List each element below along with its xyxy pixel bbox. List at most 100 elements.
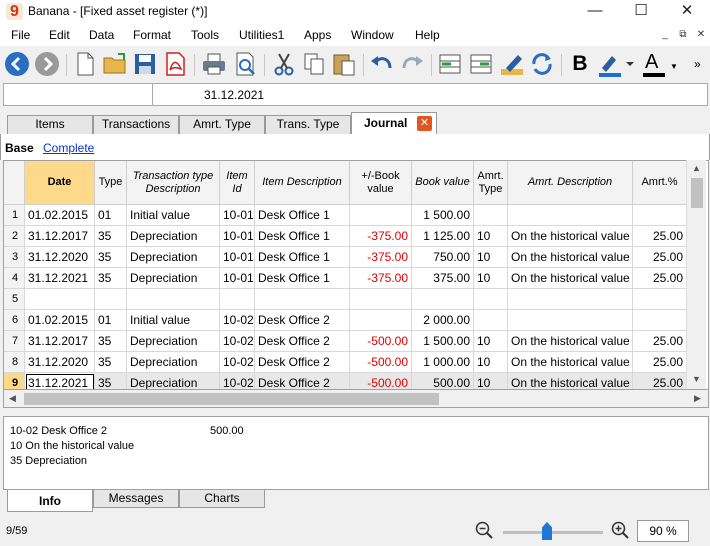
- amrt-percent-cell[interactable]: 25.00: [633, 352, 687, 373]
- vertical-scroll-thumb[interactable]: [691, 178, 703, 208]
- tab-journal[interactable]: Journal ✕: [351, 112, 437, 134]
- trans-type-desc-cell[interactable]: Initial value: [127, 205, 220, 226]
- item-desc-cell[interactable]: Desk Office 2: [255, 310, 350, 331]
- date-cell[interactable]: 31.12.2017: [25, 226, 95, 247]
- more-icon[interactable]: »: [694, 50, 708, 78]
- trans-type-desc-cell[interactable]: Depreciation: [127, 331, 220, 352]
- row-number[interactable]: 3: [4, 247, 25, 268]
- menu-file[interactable]: File: [11, 28, 30, 42]
- header-item-id[interactable]: Item Id: [220, 161, 255, 205]
- item-id-cell[interactable]: 10-01: [220, 205, 255, 226]
- menu-apps[interactable]: Apps: [304, 28, 331, 42]
- date-cell[interactable]: 31.12.2021: [25, 373, 95, 389]
- table-corner[interactable]: [4, 161, 25, 205]
- item-desc-cell[interactable]: Desk Office 1: [255, 205, 350, 226]
- edit-icon[interactable]: [498, 50, 526, 78]
- zoom-value-field[interactable]: 90 %: [637, 520, 689, 542]
- tab-info[interactable]: Info: [7, 490, 93, 512]
- bold-icon[interactable]: B: [566, 50, 594, 78]
- amrt-percent-cell[interactable]: 25.00: [633, 247, 687, 268]
- item-desc-cell[interactable]: Desk Office 1: [255, 226, 350, 247]
- book-value-cell[interactable]: 1 000.00: [412, 352, 474, 373]
- book-value-change-cell[interactable]: -500.00: [350, 373, 412, 389]
- book-value-cell[interactable]: 2 000.00: [412, 310, 474, 331]
- amrt-percent-cell[interactable]: [633, 205, 687, 226]
- header-date[interactable]: Date: [25, 161, 95, 205]
- cell-content-field[interactable]: 31.12.2021: [204, 88, 264, 102]
- amrt-type-cell[interactable]: [474, 310, 508, 331]
- amrt-percent-cell[interactable]: 25.00: [633, 373, 687, 389]
- amrt-desc-cell[interactable]: On the historical value: [508, 373, 633, 389]
- amrt-percent-cell[interactable]: 25.00: [633, 331, 687, 352]
- header-item-desc[interactable]: Item Description: [255, 161, 350, 205]
- amrt-desc-cell[interactable]: [508, 205, 633, 226]
- header-amrt-percent[interactable]: Amrt.%: [633, 161, 687, 205]
- text-color-icon[interactable]: A ▼: [640, 50, 680, 78]
- back-icon[interactable]: [3, 50, 31, 78]
- scroll-down-icon[interactable]: ▼: [692, 374, 701, 384]
- amrt-type-cell[interactable]: 10: [474, 247, 508, 268]
- forward-icon[interactable]: [33, 50, 61, 78]
- view-base[interactable]: Base: [5, 141, 34, 155]
- tab-charts[interactable]: Charts: [179, 490, 265, 508]
- book-value-cell[interactable]: 1 500.00: [412, 331, 474, 352]
- type-cell[interactable]: 01: [95, 205, 127, 226]
- item-desc-cell[interactable]: Desk Office 2: [255, 373, 350, 389]
- mdi-minimize-icon[interactable]: _: [658, 28, 672, 42]
- amrt-percent-cell[interactable]: 25.00: [633, 268, 687, 289]
- item-id-cell[interactable]: 10-02: [220, 310, 255, 331]
- date-cell[interactable]: 01.02.2015: [25, 310, 95, 331]
- book-value-change-cell[interactable]: -500.00: [350, 331, 412, 352]
- menu-format[interactable]: Format: [133, 28, 171, 42]
- header-amrt-desc[interactable]: Amrt. Description: [508, 161, 633, 205]
- redo-icon[interactable]: [398, 50, 426, 78]
- row-number[interactable]: 9: [4, 373, 25, 389]
- close-button[interactable]: ✕: [664, 0, 710, 24]
- menu-data[interactable]: Data: [89, 28, 114, 42]
- type-cell[interactable]: [95, 289, 127, 310]
- amrt-percent-cell[interactable]: [633, 289, 687, 310]
- zoom-slider-track[interactable]: [503, 531, 603, 534]
- book-value-change-cell[interactable]: [350, 205, 412, 226]
- menu-utilities1[interactable]: Utilities1: [239, 28, 284, 42]
- row-number[interactable]: 8: [4, 352, 25, 373]
- menu-edit[interactable]: Edit: [49, 28, 70, 42]
- new-file-icon[interactable]: [71, 50, 99, 78]
- date-cell[interactable]: 31.12.2017: [25, 331, 95, 352]
- item-desc-cell[interactable]: [255, 289, 350, 310]
- horizontal-scrollbar[interactable]: ◀ ▶: [3, 390, 709, 408]
- header-book-value-change[interactable]: +/-Book value: [350, 161, 412, 205]
- item-id-cell[interactable]: 10-01: [220, 226, 255, 247]
- tab-amrt-type[interactable]: Amrt. Type: [179, 115, 265, 134]
- view-complete[interactable]: Complete: [43, 141, 94, 155]
- cut-icon[interactable]: [270, 50, 298, 78]
- print-icon[interactable]: [200, 50, 228, 78]
- scroll-right-icon[interactable]: ▶: [694, 393, 701, 404]
- book-value-cell[interactable]: 375.00: [412, 268, 474, 289]
- undo-icon[interactable]: [368, 50, 396, 78]
- amrt-type-cell[interactable]: [474, 205, 508, 226]
- type-cell[interactable]: 35: [95, 226, 127, 247]
- minimize-button[interactable]: —: [572, 0, 618, 24]
- tab-items[interactable]: Items: [7, 115, 93, 134]
- amrt-type-cell[interactable]: [474, 289, 508, 310]
- trans-type-desc-cell[interactable]: Initial value: [127, 310, 220, 331]
- row-number[interactable]: 1: [4, 205, 25, 226]
- book-value-cell[interactable]: 750.00: [412, 247, 474, 268]
- header-type[interactable]: Type: [95, 161, 127, 205]
- trans-type-desc-cell[interactable]: Depreciation: [127, 268, 220, 289]
- type-cell[interactable]: 35: [95, 247, 127, 268]
- amrt-desc-cell[interactable]: On the historical value: [508, 331, 633, 352]
- type-cell[interactable]: 01: [95, 310, 127, 331]
- book-value-cell[interactable]: 500.00: [412, 373, 474, 389]
- date-cell[interactable]: [25, 289, 95, 310]
- trans-type-desc-cell[interactable]: Depreciation: [127, 247, 220, 268]
- copy-icon[interactable]: [300, 50, 328, 78]
- book-value-cell[interactable]: 1 125.00: [412, 226, 474, 247]
- amrt-type-cell[interactable]: 10: [474, 352, 508, 373]
- mdi-close-icon[interactable]: ✕: [694, 28, 708, 42]
- trans-type-desc-cell[interactable]: Depreciation: [127, 373, 220, 389]
- maximize-button[interactable]: ☐: [618, 0, 664, 24]
- scroll-left-icon[interactable]: ◀: [9, 393, 16, 404]
- zoom-in-icon[interactable]: [611, 521, 629, 539]
